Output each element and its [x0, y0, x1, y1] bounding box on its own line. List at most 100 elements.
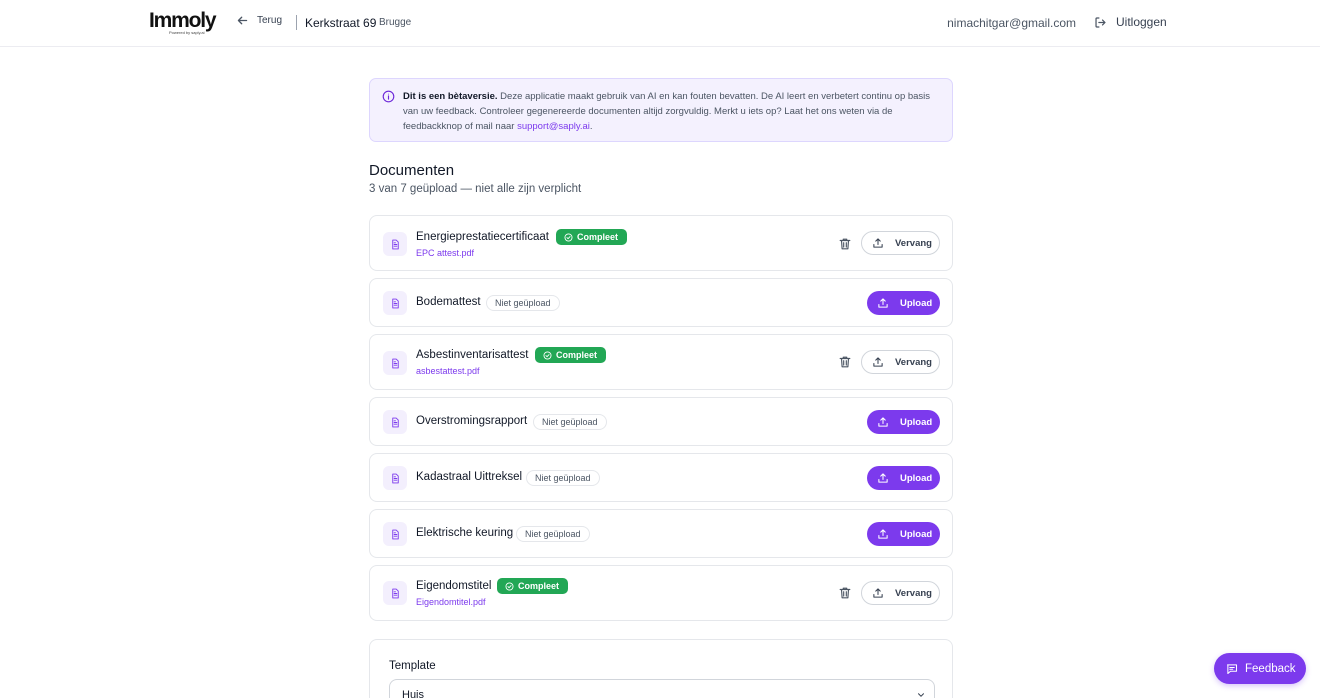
document-file-link[interactable]: Eigendomtitel.pdf — [416, 597, 486, 607]
upload-button[interactable]: Upload — [867, 522, 940, 546]
replace-button[interactable]: Vervang — [861, 350, 940, 374]
upload-label: Upload — [900, 297, 933, 309]
status-label: Compleet — [577, 232, 619, 242]
document-name: Eigendomstitel — [416, 580, 492, 592]
status-badge-not-uploaded: Niet geüpload — [533, 414, 607, 430]
user-email: nimachitgar@gmail.com — [947, 16, 1076, 30]
template-selected-value: Huis — [402, 689, 425, 698]
property-city: Brugge — [379, 17, 412, 28]
logo-subtext: Powered by saply.ai — [169, 30, 205, 35]
upload-button[interactable]: Upload — [867, 410, 940, 434]
document-icon-wrap — [383, 581, 407, 605]
arrow-left-icon — [237, 16, 248, 25]
template-select[interactable]: Huis — [389, 679, 935, 698]
status-label: Compleet — [556, 350, 598, 360]
support-email-link[interactable]: support@saply.ai — [517, 121, 590, 132]
document-icon-wrap — [383, 410, 407, 434]
check-circle-icon — [543, 351, 552, 359]
document-name: Kadastraal Uittreksel — [416, 471, 523, 483]
document-name: Asbestinventarisattest — [416, 349, 529, 361]
status-label: Compleet — [518, 581, 560, 591]
replace-label: Vervang — [895, 356, 932, 368]
upload-icon — [878, 298, 888, 308]
notice-suffix: . — [589, 121, 593, 132]
document-row-elektrische-keuring: Elektrische keuring Niet geüpload Upload — [369, 509, 953, 558]
status-badge-not-uploaded: Niet geüpload — [486, 295, 560, 311]
documents-subtitle: 3 van 7 geüpload — niet alle zijn verpli… — [369, 183, 582, 195]
feedback-label: Feedback — [1245, 662, 1296, 675]
upload-icon — [873, 588, 883, 598]
check-circle-icon — [564, 233, 573, 241]
file-icon — [391, 417, 399, 427]
document-row-bodemattest: Bodemattest Niet geüpload Upload — [369, 278, 953, 327]
document-icon-wrap — [383, 232, 407, 256]
document-name: Elektrische keuring — [416, 527, 514, 539]
document-icon-wrap — [383, 291, 407, 315]
documents-title: Documenten — [369, 162, 455, 179]
upload-button[interactable]: Upload — [867, 291, 940, 315]
document-row-eigendomstitel: Eigendomstitel Compleet Eigendomtitel.pd… — [369, 565, 953, 621]
status-label: Niet geüpload — [495, 298, 551, 308]
beta-notice: Dit is een bètaversie. Deze applicatie m… — [369, 78, 953, 142]
status-label: Niet geüpload — [535, 473, 591, 483]
document-file-link[interactable]: asbestattest.pdf — [416, 366, 480, 376]
document-icon-wrap — [383, 466, 407, 490]
upload-icon — [878, 529, 888, 539]
replace-button[interactable]: Vervang — [861, 231, 940, 255]
status-badge-complete: Compleet — [497, 578, 569, 594]
trash-icon[interactable] — [838, 355, 852, 369]
status-badge-complete: Compleet — [556, 229, 628, 245]
message-icon — [1226, 663, 1238, 674]
document-icon-wrap — [383, 351, 407, 375]
upload-icon — [878, 417, 888, 427]
header-divider — [296, 15, 297, 30]
document-name: Energieprestatiecertificaat — [416, 231, 549, 243]
status-badge-complete: Compleet — [535, 347, 607, 363]
upload-icon — [878, 473, 888, 483]
document-row-energieprestatiecertificaat: Energieprestatiecertificaat Compleet EPC… — [369, 215, 953, 271]
logout-label: Uitloggen — [1116, 15, 1167, 29]
file-icon — [391, 358, 399, 368]
trash-icon[interactable] — [838, 586, 852, 600]
status-label: Niet geüpload — [525, 529, 581, 539]
logo-wordmark: Immoly — [149, 9, 217, 32]
property-address: Kerkstraat 69 — [305, 16, 377, 30]
document-row-asbestinventarisattest: Asbestinventarisattest Compleet asbestat… — [369, 334, 953, 390]
document-row-kadastraal-uittreksel: Kadastraal Uittreksel Niet geüpload Uplo… — [369, 453, 953, 502]
file-icon — [391, 239, 399, 249]
upload-button[interactable]: Upload — [867, 466, 940, 490]
document-row-overstromingsrapport: Overstromingsrapport Niet geüpload Uploa… — [369, 397, 953, 446]
upload-label: Upload — [900, 416, 933, 428]
status-badge-not-uploaded: Niet geüpload — [526, 470, 600, 486]
file-icon — [391, 529, 399, 539]
logout-icon — [1095, 16, 1106, 28]
replace-button[interactable]: Vervang — [861, 581, 940, 605]
logout-button[interactable]: Uitloggen — [1094, 15, 1167, 29]
notice-bold: Dit is een bètaversie. — [403, 91, 498, 102]
replace-label: Vervang — [895, 237, 932, 249]
file-icon — [391, 298, 399, 308]
document-name: Bodemattest — [416, 296, 481, 308]
trash-icon[interactable] — [838, 237, 852, 251]
status-badge-not-uploaded: Niet geüpload — [516, 526, 590, 542]
info-icon — [382, 90, 395, 103]
template-card: Template Huis — [369, 639, 953, 698]
document-name: Overstromingsrapport — [416, 415, 528, 427]
top-header: Immoly Powered by saply.ai Terug Kerkstr… — [0, 0, 1320, 47]
file-icon — [391, 473, 399, 483]
immoly-logo[interactable]: Immoly Powered by saply.ai — [149, 9, 219, 35]
back-button[interactable]: Terug — [236, 14, 282, 27]
check-circle-icon — [505, 582, 514, 590]
document-icon-wrap — [383, 522, 407, 546]
document-file-link[interactable]: EPC attest.pdf — [416, 248, 474, 258]
replace-label: Vervang — [895, 587, 932, 599]
file-icon — [391, 588, 399, 598]
feedback-button[interactable]: Feedback — [1214, 653, 1306, 684]
notice-text: Dit is een bètaversie. Deze applicatie m… — [403, 89, 943, 134]
upload-label: Upload — [900, 528, 933, 540]
upload-icon — [873, 238, 883, 248]
upload-label: Upload — [900, 472, 933, 484]
back-label: Terug — [257, 15, 283, 26]
upload-icon — [873, 357, 883, 367]
template-label: Template — [389, 660, 436, 672]
